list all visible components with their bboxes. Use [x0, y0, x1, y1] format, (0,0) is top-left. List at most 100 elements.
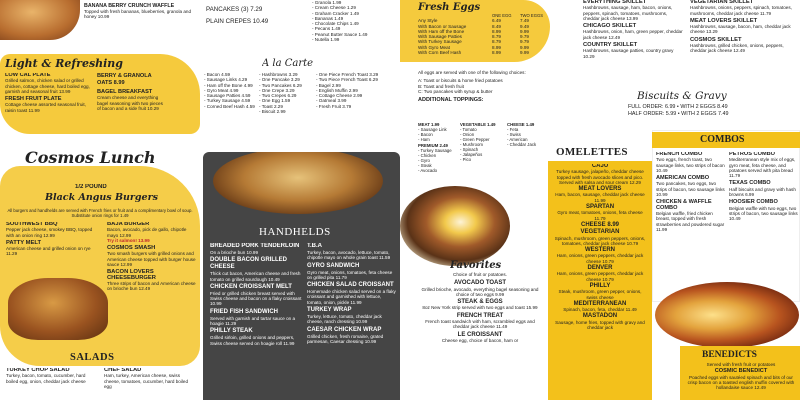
meat-lovers-skillet-desc: Hashbrowns, sausage, bacon, ham, cheddar… — [690, 24, 791, 35]
berry-oats-name: BERRY & GRANOLA OATS 8.99 — [97, 73, 152, 86]
omelettes-list: CAJU Turkey sausage, jalapeño, cheddar c… — [553, 164, 647, 330]
southwest-desc: Pepper jack cheese, smokey BBQ, topped w… — [6, 227, 93, 238]
alacarte-item: - Fresh Fruit 3.79 — [316, 103, 352, 109]
chicken-waffle-combo-desc: Belgian waffle, fried chicken breast, to… — [656, 210, 725, 232]
grilled-cheese-name: DOUBLE BACON GRILLED CHEESE — [210, 257, 287, 271]
cheese-omelette-name: CHEESE 8.99 — [580, 221, 620, 228]
combos-left: FRENCH COMBO Two eggs, french toast, two… — [656, 152, 726, 232]
salads-title: SALADS — [70, 352, 115, 363]
country-skillet-desc: Hashbrowns, sausage patties, country gra… — [583, 48, 674, 59]
alacarte-title: A la Carte — [262, 58, 314, 69]
biscuits-prices: FULL ORDER: 6.99 • WITH 2 EGGS 8.49 HALF… — [628, 104, 798, 117]
turkey-wrap-name: TURKEY WRAP — [307, 307, 352, 314]
waffle-desc: Topped with fresh bananas, blueberries, … — [84, 9, 192, 20]
low-cal-desc: Grilled salmon, chicken salad or grilled… — [5, 78, 90, 94]
light-col-right: BERRY & GRANOLA OATS 8.99 BAGEL BREAKFAS… — [97, 73, 167, 111]
fruit-plate-desc: Cottage cheese assorted seasonal fruit, … — [5, 102, 86, 113]
waffle-item: BANANA BERRY CRUNCH WAFFLE Topped with f… — [84, 3, 196, 20]
fresh-eggs-title: Fresh Eggs — [418, 2, 481, 13]
topping-item: - Nutella 1.99 — [312, 37, 340, 43]
smash-desc: Two smash burgers with grilled onions an… — [107, 251, 196, 268]
eggs-choices: All eggs are served with one of the foll… — [418, 70, 548, 103]
eggs-choice: C: Two pancakes with syrup & butter — [418, 88, 493, 94]
cosmos-skillet-desc: Hashbrowns, grilled chicken, onions, pep… — [690, 43, 784, 54]
burgers-title: Black Angus Burgers — [45, 192, 158, 203]
handhelds-title: HANDHELDS — [259, 226, 331, 238]
chicken-waffle-combo-name: CHICKEN & WAFFLE COMBO — [656, 199, 712, 211]
waffle-toppings: - Granola 1.99 - Cream Cheese 1.29 - Gra… — [312, 0, 398, 42]
mastadon-desc: Sausage, home fries, topped with gravy a… — [555, 319, 645, 331]
waffle-photo — [0, 0, 80, 40]
chef-salad-desc: Ham, turkey, American cheese, swiss chee… — [104, 373, 189, 389]
tba-desc: Turkey, bacon, avocado, lettuce, tomato,… — [307, 250, 391, 261]
crepes-price: PLAIN CREPES 10.49 — [206, 18, 269, 25]
alacarte-col3: - One Piece French Toast 3.29 - Two Piec… — [316, 72, 400, 109]
benedicts-list: Served with fresh fruit or potatoes COSM… — [684, 362, 798, 390]
croissant-melt-name: CHICKEN CROISSANT MELT — [210, 283, 292, 290]
lunch-title: Cosmos Lunch — [25, 148, 156, 167]
vegetarian-skillet-desc: Hashbrowns, onions, peppers, spinach, to… — [690, 5, 792, 16]
chef-salad: CHEF SALAD Ham, turkey, American cheese,… — [104, 368, 192, 389]
pancake-crepe-prices: PANCAKES (3) 7.29 PLAIN CREPES 10.49 — [206, 6, 306, 26]
texas-combo-desc: Half biscuits and gravy with hash browns… — [729, 186, 796, 198]
try-it-salmon: Try it salmon! 13.99 — [107, 237, 150, 243]
handhelds-left: BREADED PORK TENDERLOIN On a brioche bun… — [210, 243, 304, 346]
light-col-left: LOW CAL PLATE Grilled salmon, chicken sa… — [5, 73, 93, 113]
skillets-right: VEGETARIAN SKILLET Hashbrowns, onions, p… — [690, 0, 798, 54]
handhelds-right: T.B.A Turkey, bacon, avocado, lettuce, t… — [307, 243, 397, 344]
fish-sandwich-desc: Served with garnish and tartar sauce on … — [210, 315, 296, 327]
toppings-cheese: CHEESE 1.49 - Feta - Swiss - American - Che… — [507, 122, 549, 147]
caesar-wrap-name: CAESAR CHICKEN WRAP — [307, 326, 382, 333]
avocado-toast-desc: Grilled brioche, avocado, everything bag… — [421, 286, 539, 297]
chicken-salad-desc: Homemade chicken salad served on a flaky… — [307, 289, 396, 305]
favorites-sub: Choice of fruit or potatoes. — [453, 272, 507, 277]
le-croissant-desc: Cheese egg, choice of bacon, ham or — [441, 337, 519, 343]
pork-tenderloin-desc: On a brioche bun 10.99 — [210, 250, 259, 255]
burger-photo — [8, 278, 108, 340]
grilled-cheese-desc: Thick cut bacon, American cheese and fre… — [210, 271, 301, 282]
turkey-wrap-desc: Turkey, lettuce, tomato, cheddar jack ch… — [307, 314, 382, 325]
french-combo-desc: Two eggs, french toast, two sausage link… — [656, 157, 725, 173]
pork-tenderloin-name: BREADED PORK TENDERLOIN — [210, 243, 300, 249]
tba-name: T.B.A — [307, 243, 322, 249]
combo-photo — [655, 282, 799, 348]
benedicts-sub: Served with fresh fruit or potatoes — [706, 362, 776, 367]
french-treat-desc: French toast sandwich with ham, scramble… — [425, 319, 535, 330]
bacon-lovers-desc: Three strips of bacon and American chees… — [107, 280, 196, 292]
steak-eggs-desc: 8oz New York strip served with two eggs … — [422, 305, 538, 311]
philly-steak-desc: Grilled sirloin, grilled onions and pepp… — [210, 335, 295, 346]
alacarte-item: - Biscuit 2.99 — [259, 109, 286, 115]
favorites-list: Choice of fruit or potatoes. AVOCADO TOA… — [420, 272, 540, 343]
gyro-sandwich-desc: Gyro meat, onions, tomatoes, feta cheese… — [307, 269, 393, 280]
denver-desc: Ham, onions, green peppers, cheddar jack… — [556, 271, 644, 282]
chicken-salad-name: CHICKEN SALAD CROISSANT — [307, 282, 394, 289]
croissant-melt-desc: Fried or grilled chicken breast served w… — [210, 290, 302, 307]
sandwich-photo — [213, 152, 383, 214]
cosmic-benedict-desc: Poached eggs with sautéed spinach and bi… — [687, 374, 795, 391]
spartan-desc: Gyro meat, tomatoes, onions, feta cheese… — [557, 210, 643, 221]
philly-omelette-desc: Steak, mushroom, green pepper, onions, s… — [558, 289, 642, 300]
fish-sandwich-name: FRIED FISH SANDWICH — [210, 308, 278, 315]
patty-melt-desc: American cheese and grilled onion on rye… — [6, 246, 91, 257]
bagel-desc: Cream cheese and everything bagel season… — [97, 95, 163, 111]
burgers-note: All burgers and handhelds are served wit… — [7, 208, 193, 219]
gyro-sandwich-name: GYRO SANDWICH — [307, 262, 360, 269]
favorites-title: Favorites — [450, 260, 502, 271]
caju-desc: Turkey sausage, jalapeño, cheddar cheese… — [556, 169, 644, 185]
eggs-table: ONE EGG TWO EGGS Any Style 6.49 7.49 With B… — [418, 13, 544, 55]
toppings-title: ADDITIONAL TOPPINGS: — [418, 97, 484, 104]
burgers-col-left: SOUTHWEST BBQ Pepper jack cheese, smokey… — [6, 222, 96, 257]
meat-lovers-omelette-desc: Ham, bacon, sausage, cheddar jack cheese… — [555, 192, 645, 203]
turkey-chop: TURKEY CHOP SALAD Turkey, bacon, tomato,… — [6, 368, 92, 384]
omelettes-title: OMELETTES — [556, 146, 628, 158]
combos-title: COMBOS — [700, 134, 745, 145]
alacarte-col2: - Hashbrowns 3.29 - One Pancake 3.29 - T… — [259, 72, 314, 114]
benedicts-title: BENEDICTS — [702, 350, 757, 360]
biscuits-title: Biscuits & Gravy — [637, 90, 727, 102]
vegetarian-omelette-desc: Spinach, mushroom, green peppers, onions… — [554, 235, 646, 246]
alacarte-col1: - Bacon 4.59 - Sausage Links 4.29 - Ham … — [204, 72, 264, 109]
everything-skillet-desc: Hashbrowns, sausage, ham, bacon, onions,… — [583, 5, 673, 21]
turkey-chop-desc: Turkey, bacon, tomato, cucumber, hard bo… — [6, 373, 86, 384]
eggs-note: All eggs are served with one of the foll… — [418, 70, 526, 75]
baja-desc: Bacon, avocado, pick de gallo, chipotle … — [107, 227, 187, 238]
